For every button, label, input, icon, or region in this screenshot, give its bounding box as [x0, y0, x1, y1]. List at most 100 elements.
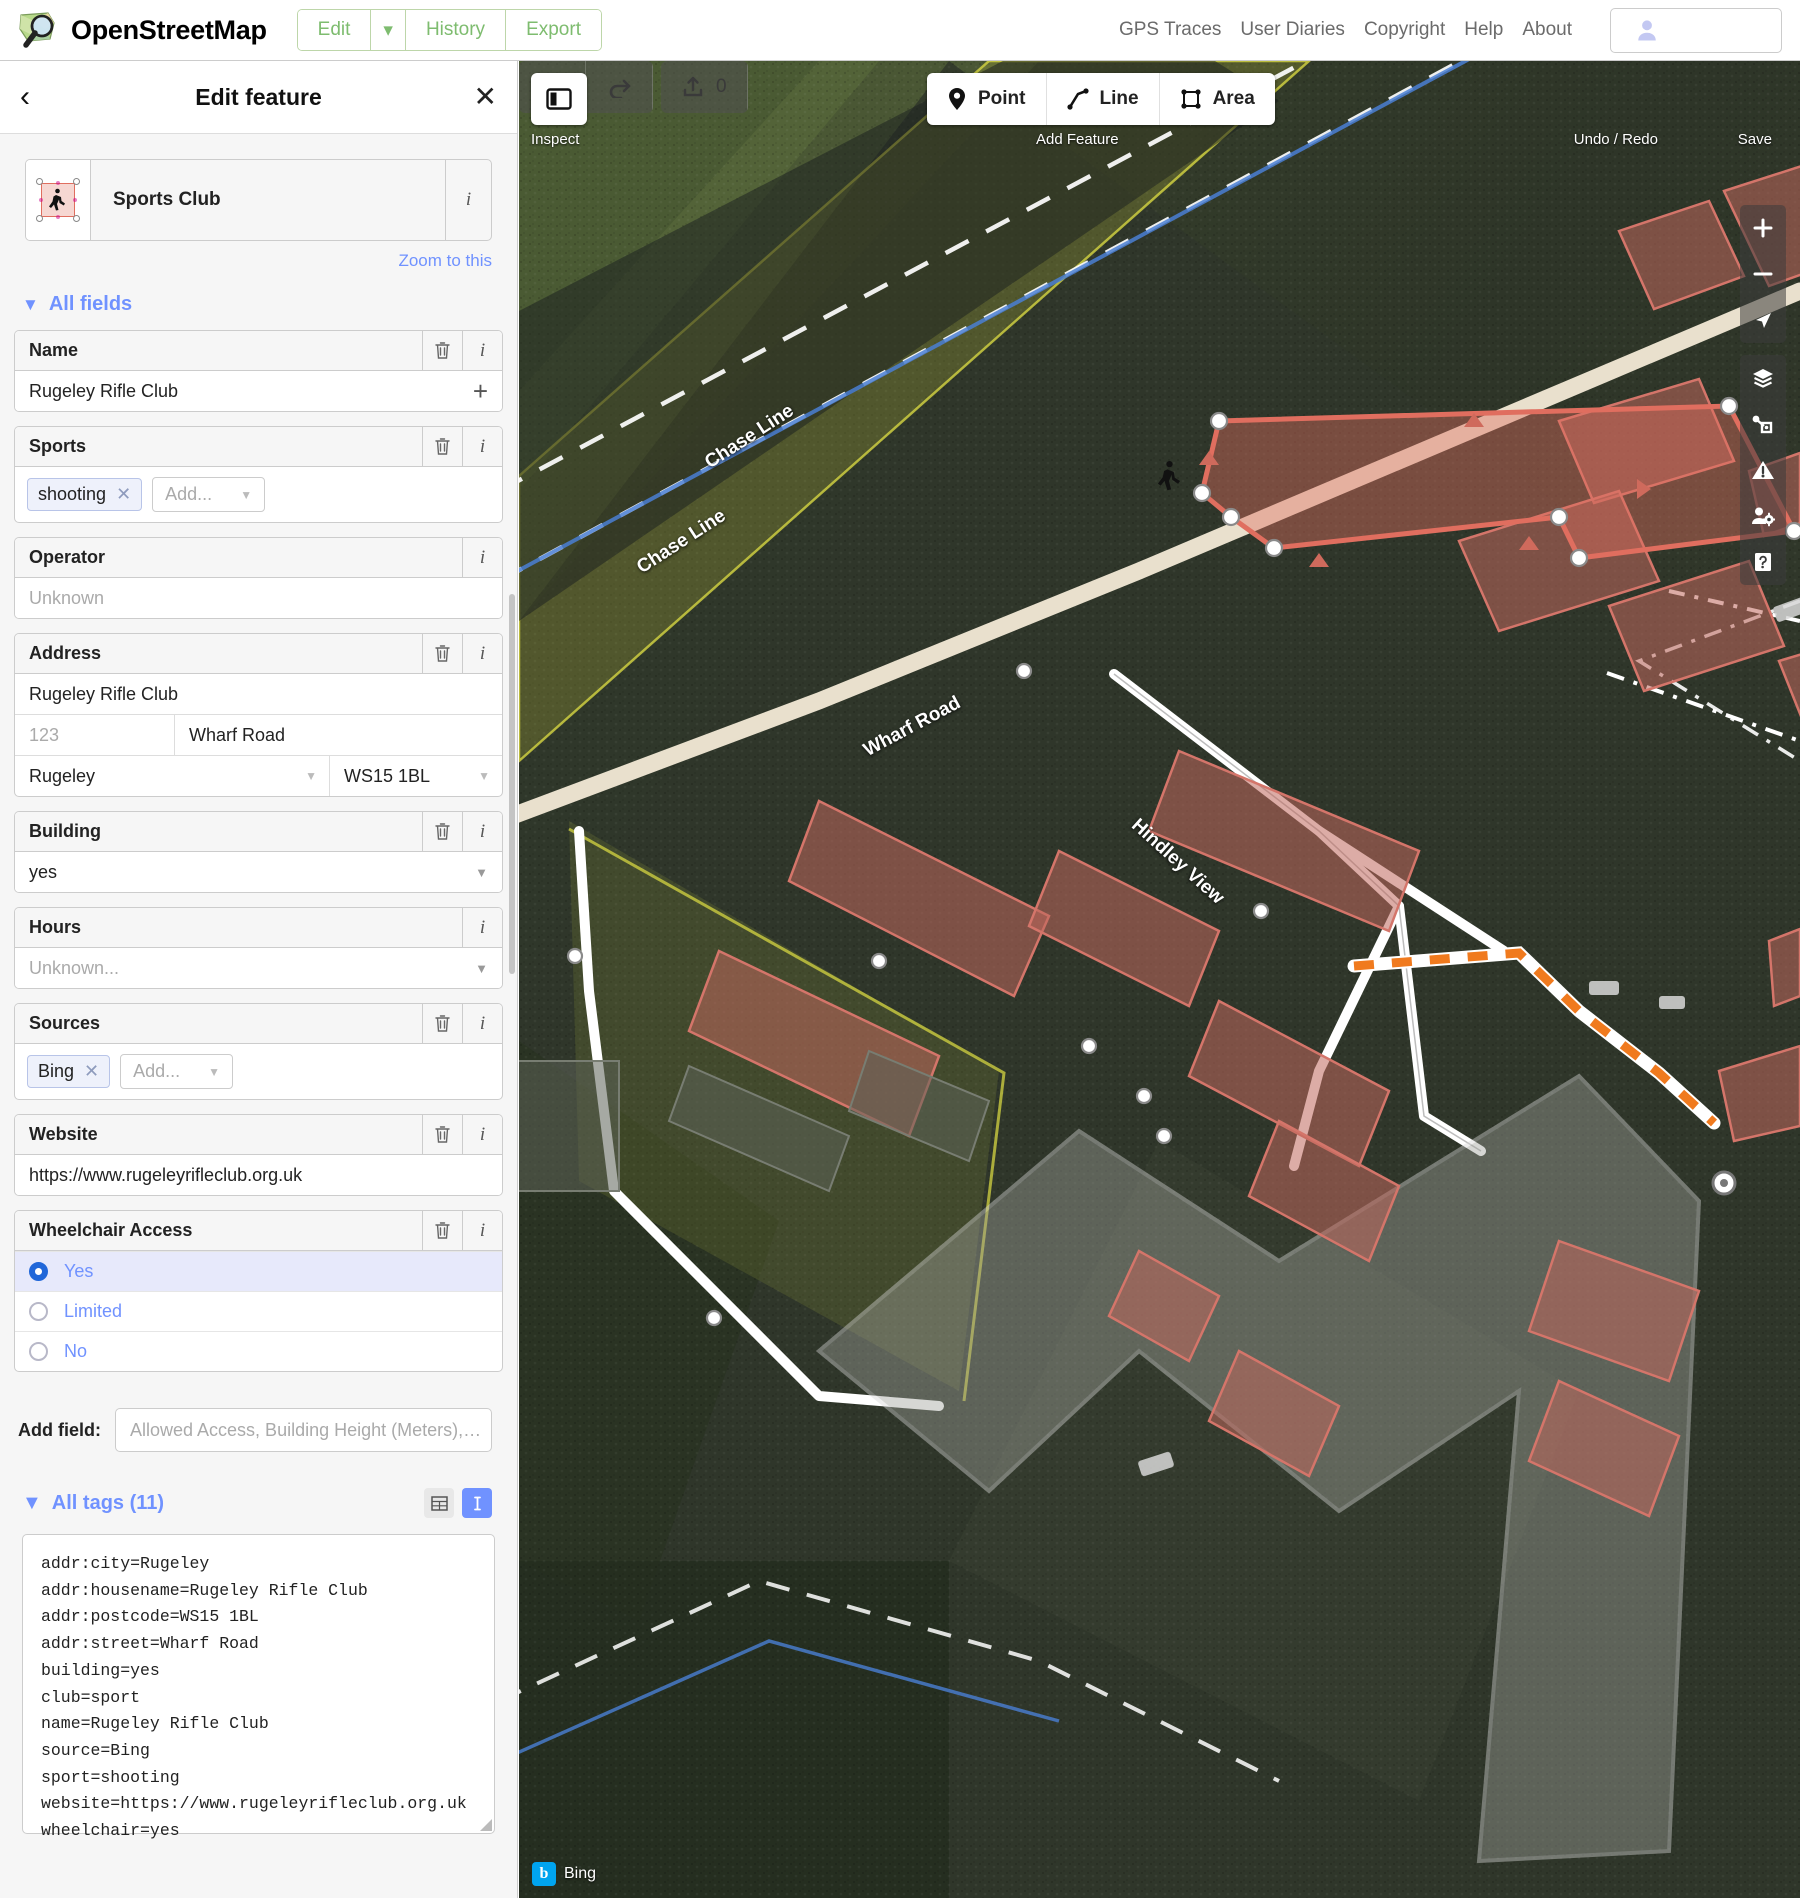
nav-link-gps-traces[interactable]: GPS Traces	[1119, 19, 1221, 41]
back-chevron-icon[interactable]: ‹	[20, 82, 50, 112]
address-city-input[interactable]: Rugeley ▼	[15, 756, 330, 796]
name-input[interactable]: Rugeley Rifle Club +	[15, 371, 502, 411]
map-canvas[interactable]: Chase Line Chase Line Wharf Road Hindley…	[519, 61, 1800, 1898]
add-multilingual-name-icon[interactable]: +	[473, 378, 488, 404]
building-combo[interactable]: yes ▼	[15, 852, 502, 892]
trash-icon[interactable]	[422, 1115, 462, 1154]
trash-icon[interactable]	[422, 1004, 462, 1043]
nav-link-user-diaries[interactable]: User Diaries	[1240, 19, 1345, 41]
all-fields-disclosure[interactable]: ▼ All fields	[0, 271, 517, 330]
hours-combo[interactable]: Unknown... ▼	[15, 948, 502, 988]
nav-link-about[interactable]: About	[1522, 19, 1572, 41]
info-icon[interactable]: i	[462, 1115, 502, 1154]
radio-icon	[29, 1262, 48, 1281]
tag-table-view-button[interactable]	[424, 1488, 454, 1518]
info-icon[interactable]: i	[462, 1004, 502, 1043]
field-label: Operator	[29, 547, 106, 567]
sidebar-scroll-area[interactable]: Sports Club i Zoom to this ▼ All fields …	[0, 134, 517, 1898]
history-button[interactable]: History	[405, 10, 507, 50]
address-housenumber-input[interactable]: 123	[15, 715, 175, 755]
chevron-down-icon: ▼	[208, 1064, 221, 1079]
operator-input[interactable]: Unknown	[15, 578, 502, 618]
brand[interactable]: OpenStreetMap	[18, 9, 267, 51]
info-icon[interactable]: i	[462, 427, 502, 466]
redo-button[interactable]	[586, 61, 653, 113]
trash-icon[interactable]	[422, 331, 462, 370]
trash-icon[interactable]	[422, 634, 462, 673]
sports-multicombo[interactable]: shooting ✕ Add... ▼	[15, 467, 502, 522]
address-housename-input[interactable]: Rugeley Rifle Club	[15, 674, 502, 714]
add-field-input[interactable]: Allowed Access, Building Height (Meters)…	[115, 1408, 492, 1452]
website-input[interactable]: https://www.rugeleyrifleclub.org.uk	[15, 1155, 502, 1195]
user-menu-button[interactable]	[1610, 7, 1782, 53]
edit-dropdown-caret-icon[interactable]: ▾	[371, 10, 406, 50]
add-field-label: Add field:	[18, 1419, 101, 1440]
nav-link-copyright[interactable]: Copyright	[1364, 19, 1445, 41]
fields-list: Name i Rugeley Rifle Club + Sports i sho…	[0, 330, 517, 1372]
tags-textarea[interactable]: addr:city=Rugeley addr:housename=Rugeley…	[22, 1534, 495, 1840]
openstreetmap-logo-icon	[18, 9, 60, 51]
issues-icon[interactable]	[1740, 447, 1786, 493]
chip-source[interactable]: Bing ✕	[27, 1055, 111, 1088]
chip-remove-icon[interactable]: ✕	[84, 1061, 99, 1082]
map-toolbar: Inspect Point Line Area Add Feature 0 Un…	[519, 61, 1800, 153]
geolocate-icon[interactable]	[1740, 297, 1786, 343]
all-tags-disclosure[interactable]: ▼ All tags (11)	[22, 1492, 164, 1515]
info-icon[interactable]: i	[462, 331, 502, 370]
nav-link-help[interactable]: Help	[1464, 19, 1503, 41]
chip-remove-icon[interactable]: ✕	[116, 484, 131, 505]
map-data-icon[interactable]	[1740, 401, 1786, 447]
field-label: Building	[29, 821, 101, 841]
city-value: Rugeley	[29, 765, 96, 786]
trash-icon[interactable]	[422, 1211, 462, 1250]
sports-add-input[interactable]: Add... ▼	[152, 477, 266, 512]
close-icon[interactable]: ✕	[467, 83, 497, 111]
inspect-sidebar-toggle-button[interactable]	[531, 73, 587, 125]
preferences-icon[interactable]	[1740, 493, 1786, 539]
sources-add-input[interactable]: Add... ▼	[120, 1054, 234, 1089]
info-icon[interactable]: i	[462, 538, 502, 577]
address-postcode-input[interactable]: WS15 1BL ▼	[330, 756, 502, 796]
export-button[interactable]: Export	[506, 10, 601, 50]
field-building: Building i yes ▼	[14, 811, 503, 893]
zoom-out-icon[interactable]	[1740, 251, 1786, 297]
background-layers-icon[interactable]	[1740, 355, 1786, 401]
wheelchair-option-no[interactable]: No	[15, 1331, 502, 1371]
address-street-input[interactable]: Wharf Road	[175, 715, 502, 755]
trash-icon[interactable]	[422, 812, 462, 851]
sources-multicombo[interactable]: Bing ✕ Add... ▼	[15, 1044, 502, 1099]
tag-text-view-button[interactable]	[462, 1488, 492, 1518]
field-hours: Hours i Unknown... ▼	[14, 907, 503, 989]
help-icon[interactable]	[1740, 539, 1786, 585]
resize-handle[interactable]	[480, 1819, 492, 1831]
chevron-down-icon: ▼	[22, 1491, 42, 1514]
field-operator: Operator i Unknown	[14, 537, 503, 619]
chip-sports[interactable]: shooting ✕	[27, 478, 143, 511]
map-panels	[1740, 355, 1786, 585]
info-icon[interactable]: i	[462, 634, 502, 673]
imagery-attribution[interactable]: b Bing	[532, 1862, 596, 1886]
save-button[interactable]: 0	[661, 61, 748, 113]
option-label: Limited	[64, 1301, 123, 1321]
trash-icon[interactable]	[422, 427, 462, 466]
info-icon[interactable]: i	[462, 812, 502, 851]
add-area-button[interactable]: Area	[1160, 73, 1275, 125]
map-controls	[1740, 205, 1786, 585]
field-address: Address i Rugeley Rifle Club 123 Wharf R…	[14, 633, 503, 797]
chevron-down-icon: ▼	[475, 864, 488, 880]
add-point-button[interactable]: Point	[927, 73, 1047, 125]
info-icon[interactable]: i	[462, 908, 502, 947]
info-icon[interactable]: i	[462, 1211, 502, 1250]
wheelchair-option-limited[interactable]: Limited	[15, 1291, 502, 1331]
edit-button[interactable]: Edit	[297, 10, 372, 50]
preset-info-icon[interactable]: i	[445, 160, 491, 240]
preset-row[interactable]: Sports Club i	[25, 159, 492, 241]
chevron-down-icon: ▼	[305, 769, 317, 783]
wheelchair-option-yes[interactable]: Yes	[15, 1251, 502, 1291]
add-line-button[interactable]: Line	[1047, 73, 1160, 125]
sidebar-scrollbar[interactable]	[509, 594, 515, 974]
zoom-to-this-link[interactable]: Zoom to this	[0, 241, 517, 271]
field-website: Website i https://www.rugeleyrifleclub.o…	[14, 1114, 503, 1196]
add-line-label: Line	[1099, 88, 1139, 109]
zoom-in-icon[interactable]	[1740, 205, 1786, 251]
